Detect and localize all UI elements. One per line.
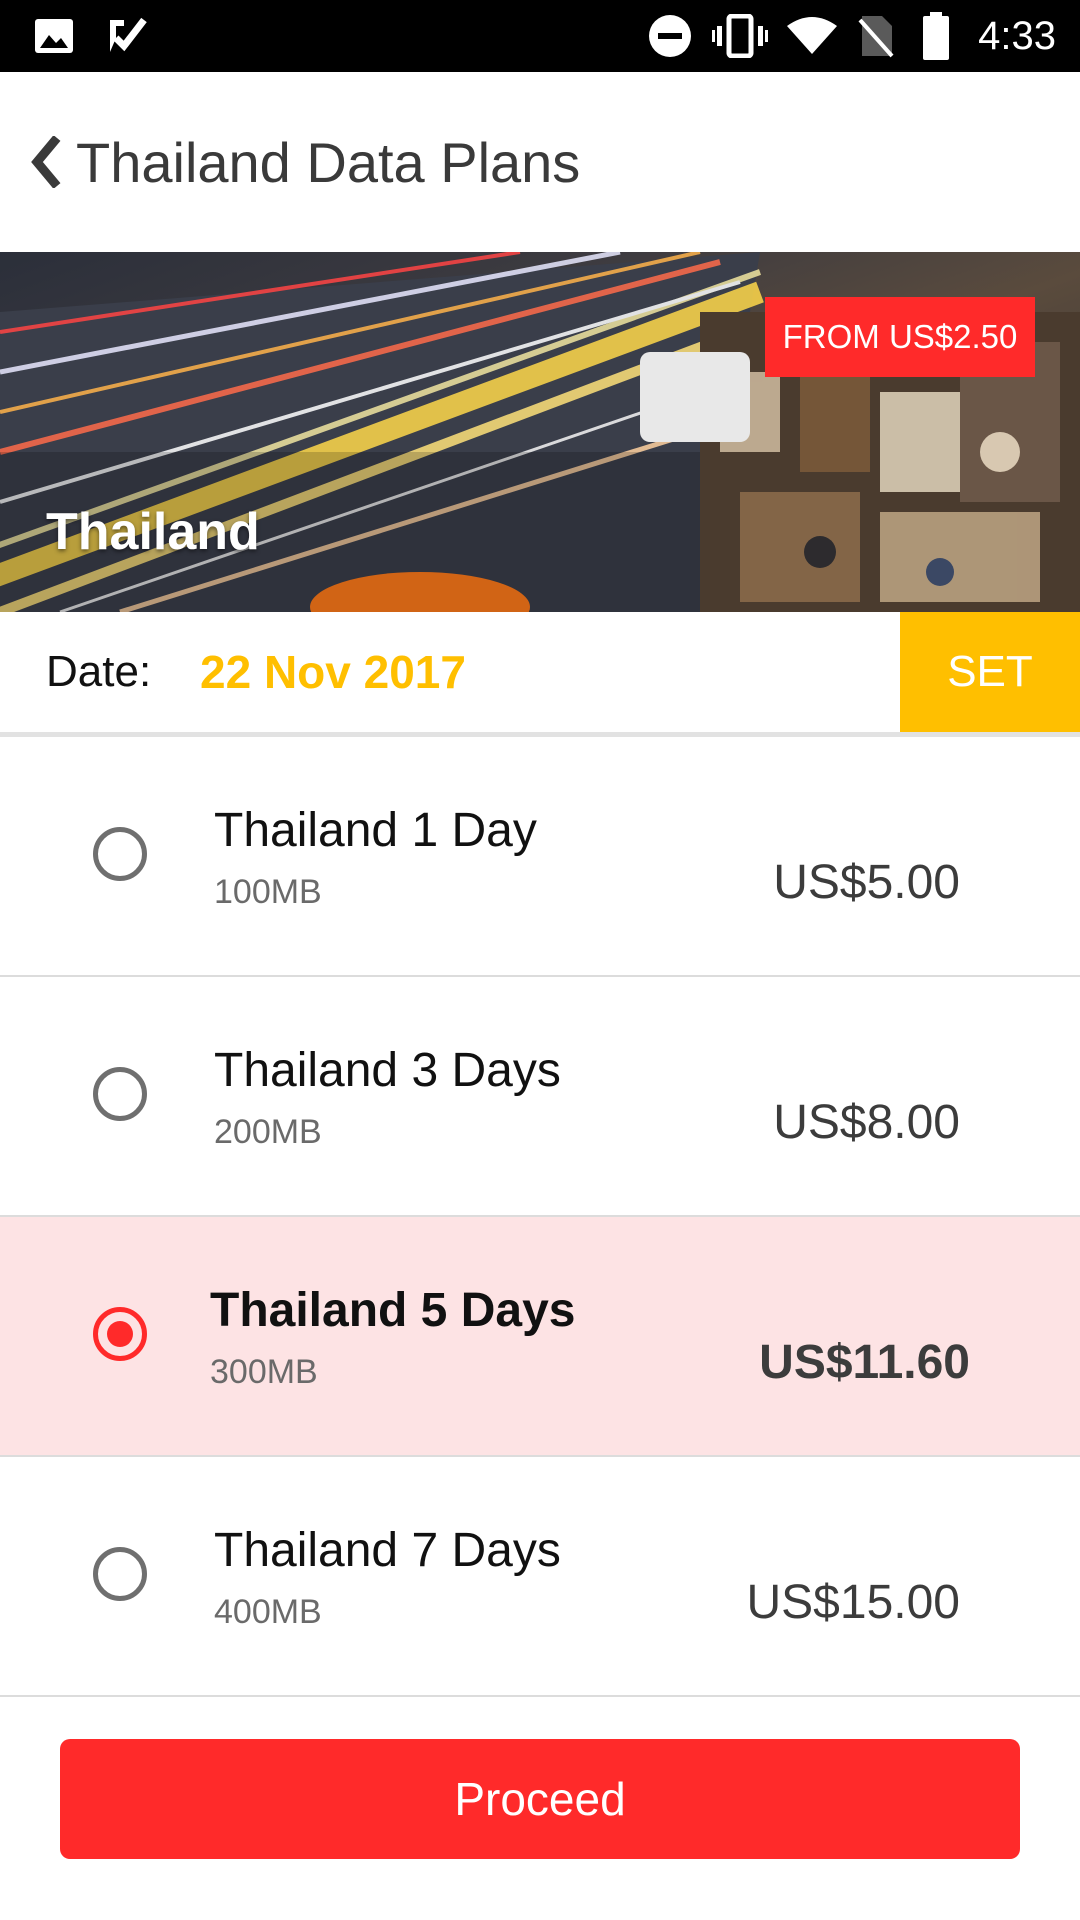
date-row: Date: 22 Nov 2017 SET (0, 612, 1080, 737)
check-icon (106, 0, 148, 72)
plan-price: US$8.00 (773, 1096, 960, 1149)
plan-row-1-day[interactable]: Thailand 1 Day 100MB US$5.00 (0, 737, 1080, 977)
from-price-badge: FROM US$2.50 (765, 297, 1035, 377)
set-date-button[interactable]: SET (900, 612, 1080, 732)
plan-row-5-days[interactable]: Thailand 5 Days 300MB US$11.60 (0, 1217, 1080, 1457)
date-label: Date: (46, 647, 152, 696)
plan-data: 400MB (214, 1593, 322, 1631)
plan-row-3-days[interactable]: Thailand 3 Days 200MB US$8.00 (0, 977, 1080, 1217)
no-sim-icon (858, 0, 894, 72)
plan-name: Thailand 1 Day (214, 804, 537, 857)
battery-icon (922, 0, 950, 72)
plan-name: Thailand 7 Days (214, 1524, 561, 1577)
plan-price: US$5.00 (773, 856, 960, 909)
plan-price: US$15.00 (746, 1576, 961, 1629)
app-header: Thailand Data Plans (0, 72, 1080, 252)
chevron-left-icon[interactable] (26, 132, 66, 192)
image-icon (34, 0, 74, 72)
plan-data: 200MB (214, 1113, 322, 1151)
plan-row-7-days[interactable]: Thailand 7 Days 400MB US$15.00 (0, 1457, 1080, 1697)
wifi-icon (786, 0, 838, 72)
plan-price: US$11.60 (759, 1336, 970, 1389)
status-time: 4:33 (978, 13, 1056, 58)
do-not-disturb-icon (648, 0, 692, 72)
date-value[interactable]: 22 Nov 2017 (200, 612, 466, 732)
plan-data: 100MB (214, 873, 322, 911)
plan-list: Thailand 1 Day 100MB US$5.00 Thailand 3 … (0, 737, 1080, 1697)
proceed-button[interactable]: Proceed (60, 1739, 1020, 1859)
status-bar: 4:33 (0, 0, 1080, 72)
radio-button[interactable] (93, 1547, 147, 1601)
plan-name: Thailand 3 Days (214, 1044, 561, 1097)
vibrate-icon (712, 0, 768, 72)
plan-data: 300MB (210, 1353, 318, 1391)
radio-dot (107, 1321, 133, 1347)
page-title: Thailand Data Plans (76, 130, 581, 194)
hero-country-title: Thailand (46, 503, 260, 561)
hero-banner: FROM US$2.50 Thailand (0, 252, 1080, 612)
plan-name: Thailand 5 Days (210, 1284, 576, 1337)
radio-button[interactable] (93, 1067, 147, 1121)
radio-button[interactable] (93, 827, 147, 881)
radio-button-selected[interactable] (93, 1307, 147, 1361)
